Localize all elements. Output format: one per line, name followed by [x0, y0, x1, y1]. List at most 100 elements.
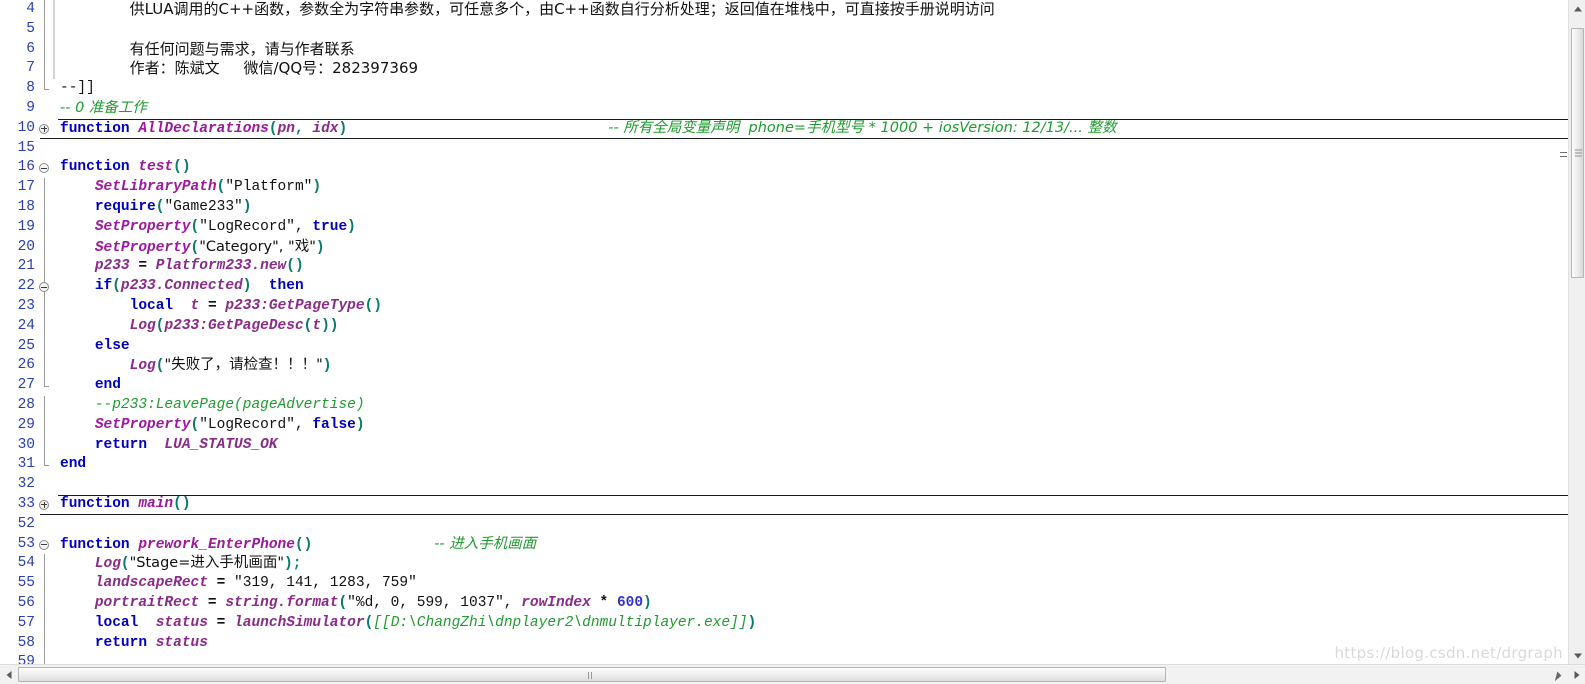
vertical-scrollbar-thumb[interactable] [1571, 28, 1584, 278]
code-line[interactable]: 20 SetProperty("Category", "戏") [0, 237, 1568, 258]
code-line-text[interactable]: require("Game233") [58, 198, 1568, 218]
scroll-down-button[interactable] [1569, 647, 1585, 664]
code-line[interactable]: 25 else [0, 336, 1568, 357]
fold-margin[interactable] [38, 217, 52, 238]
code-line-text[interactable]: function prework_EnterPhone() -- 进入手机画面 [58, 535, 1568, 555]
code-line[interactable]: 5 [0, 19, 1568, 40]
code-line[interactable]: 57 local status = launchSimulator([[D:\C… [0, 613, 1568, 634]
code-line[interactable]: 31 end [0, 455, 1568, 476]
code-line[interactable]: 18 require("Game233") [0, 197, 1568, 218]
code-line[interactable]: 10 function AllDeclarations(pn, idx) -- 所… [0, 118, 1568, 139]
fold-margin[interactable] [38, 59, 52, 80]
code-line[interactable]: 59 [0, 653, 1568, 664]
fold-margin[interactable] [38, 336, 52, 357]
fold-margin[interactable] [38, 593, 52, 614]
fold-margin[interactable] [38, 653, 52, 664]
code-line[interactable]: 56 portraitRect = string.format("%d, 0, … [0, 593, 1568, 614]
code-line[interactable]: 30 return LUA_STATUS_OK [0, 435, 1568, 456]
scroll-left-button[interactable] [0, 665, 17, 684]
code-line-text[interactable]: landscapeRect = "319, 141, 1283, 759" [58, 574, 1568, 594]
code-line[interactable]: 33 function main() [0, 494, 1568, 515]
fold-margin[interactable] [38, 376, 52, 396]
code-line-text[interactable]: end [58, 376, 1568, 396]
fold-margin[interactable] [38, 296, 52, 317]
code-line-text[interactable]: --]] [58, 79, 1568, 99]
code-line-text[interactable]: return LUA_STATUS_OK [58, 436, 1568, 456]
code-line[interactable]: 8 --]] [0, 79, 1568, 99]
code-line[interactable]: 7 作者：陈斌文 微信/QQ号：282397369 [0, 59, 1568, 80]
fold-margin[interactable] [38, 197, 52, 218]
code-line-text[interactable]: if(p233.Connected) then [58, 277, 1568, 297]
code-line[interactable]: 52 [0, 514, 1568, 535]
code-line[interactable]: 27 end [0, 376, 1568, 396]
code-line-text[interactable]: 有任何问题与需求，请与作者联系 [58, 40, 1568, 60]
code-line-text[interactable]: Log("Stage=进入手机画面"); [58, 554, 1568, 574]
fold-margin[interactable] [38, 138, 52, 159]
code-line-text[interactable]: p233 = Platform233.new() [58, 257, 1568, 277]
code-line[interactable]: 9 -- 0 准备工作 [0, 98, 1568, 119]
code-line-text[interactable] [58, 20, 1568, 40]
code-line[interactable]: 24 Log(p233:GetPageDesc(t)) [0, 316, 1568, 337]
horizontal-scrollbar-thumb[interactable] [18, 667, 1166, 682]
scroll-right-button[interactable] [1568, 665, 1585, 684]
fold-margin[interactable] [38, 39, 52, 60]
fold-margin[interactable] [38, 415, 52, 436]
fold-margin[interactable] [38, 514, 52, 535]
code-line-text[interactable]: function AllDeclarations(pn, idx) -- 所有全… [58, 119, 1568, 139]
fold-margin[interactable] [38, 613, 52, 634]
code-line[interactable]: 15 [0, 138, 1568, 159]
code-editing-area[interactable]: 4 供LUA调用的C++函数，参数全为字符串参数，可任意多个，由C++函数自行分… [0, 0, 1568, 664]
code-line-text[interactable]: SetLibraryPath("Platform") [58, 178, 1568, 198]
code-line-text[interactable]: Log("失败了，请检查！！！") [58, 356, 1568, 376]
code-line-text[interactable]: end [58, 455, 1568, 475]
horizontal-scrollbar[interactable] [0, 664, 1585, 684]
code-line-text[interactable]: SetProperty("LogRecord", false) [58, 416, 1568, 436]
fold-margin[interactable] [38, 395, 52, 416]
code-line-text[interactable]: local t = p233:GetPageType() [58, 297, 1568, 317]
code-line[interactable]: 22 if(p233.Connected) then [0, 277, 1568, 297]
code-line-text[interactable]: else [58, 337, 1568, 357]
code-line-text[interactable]: portraitRect = string.format("%d, 0, 599… [58, 594, 1568, 614]
code-line[interactable]: 23 local t = p233:GetPageType() [0, 296, 1568, 317]
code-line[interactable]: 55 landscapeRect = "319, 141, 1283, 759" [0, 574, 1568, 594]
fold-margin[interactable] [38, 98, 52, 119]
fold-expand-icon[interactable] [39, 499, 49, 510]
vertical-scrollbar[interactable] [1568, 0, 1585, 664]
code-line[interactable]: 17 SetLibraryPath("Platform") [0, 178, 1568, 198]
fold-collapse-icon[interactable] [39, 539, 49, 550]
code-line-text[interactable]: 供LUA调用的C++函数，参数全为字符串参数，可任意多个，由C++函数自行分析处… [58, 0, 1568, 20]
fold-margin[interactable] [38, 494, 52, 515]
fold-margin[interactable] [38, 118, 52, 139]
code-line-text[interactable]: SetProperty("Category", "戏") [58, 238, 1568, 258]
fold-margin[interactable] [38, 455, 52, 476]
code-line-text[interactable]: function test() [58, 158, 1568, 178]
code-line[interactable]: 29 SetProperty("LogRecord", false) [0, 415, 1568, 436]
fold-margin[interactable] [38, 574, 52, 594]
fold-margin[interactable] [38, 316, 52, 337]
fold-margin[interactable] [38, 237, 52, 258]
fold-collapse-icon[interactable] [39, 282, 49, 293]
fold-margin[interactable] [38, 257, 52, 278]
code-line[interactable]: 26 Log("失败了，请检查！！！") [0, 356, 1568, 377]
code-line-text[interactable] [58, 515, 1568, 535]
code-line-text[interactable]: SetProperty("LogRecord", true) [58, 218, 1568, 238]
code-line-text[interactable]: -- 0 准备工作 [58, 99, 1568, 119]
code-line[interactable]: 53 function prework_EnterPhone() -- 进入手机画… [0, 534, 1568, 555]
code-line-text[interactable]: local status = launchSimulator([[D:\Chan… [58, 614, 1568, 634]
scroll-up-button[interactable] [1569, 0, 1585, 17]
fold-margin[interactable] [38, 277, 52, 297]
fold-margin[interactable] [38, 475, 52, 495]
code-line[interactable]: 6 有任何问题与需求，请与作者联系 [0, 39, 1568, 60]
fold-margin[interactable] [38, 554, 52, 575]
code-line[interactable]: 16 function test() [0, 158, 1568, 179]
code-line[interactable]: 54 Log("Stage=进入手机画面"); [0, 554, 1568, 575]
fold-margin[interactable] [38, 79, 52, 99]
code-line-text[interactable] [58, 139, 1568, 159]
fold-expand-icon[interactable] [39, 123, 49, 134]
code-line-text[interactable]: --p233:LeavePage(pageAdvertise) [58, 396, 1568, 416]
code-line[interactable]: 32 [0, 475, 1568, 495]
code-line[interactable]: 19 SetProperty("LogRecord", true) [0, 217, 1568, 238]
fold-collapse-icon[interactable] [39, 163, 49, 174]
fold-margin[interactable] [38, 356, 52, 377]
fold-margin[interactable] [38, 178, 52, 198]
